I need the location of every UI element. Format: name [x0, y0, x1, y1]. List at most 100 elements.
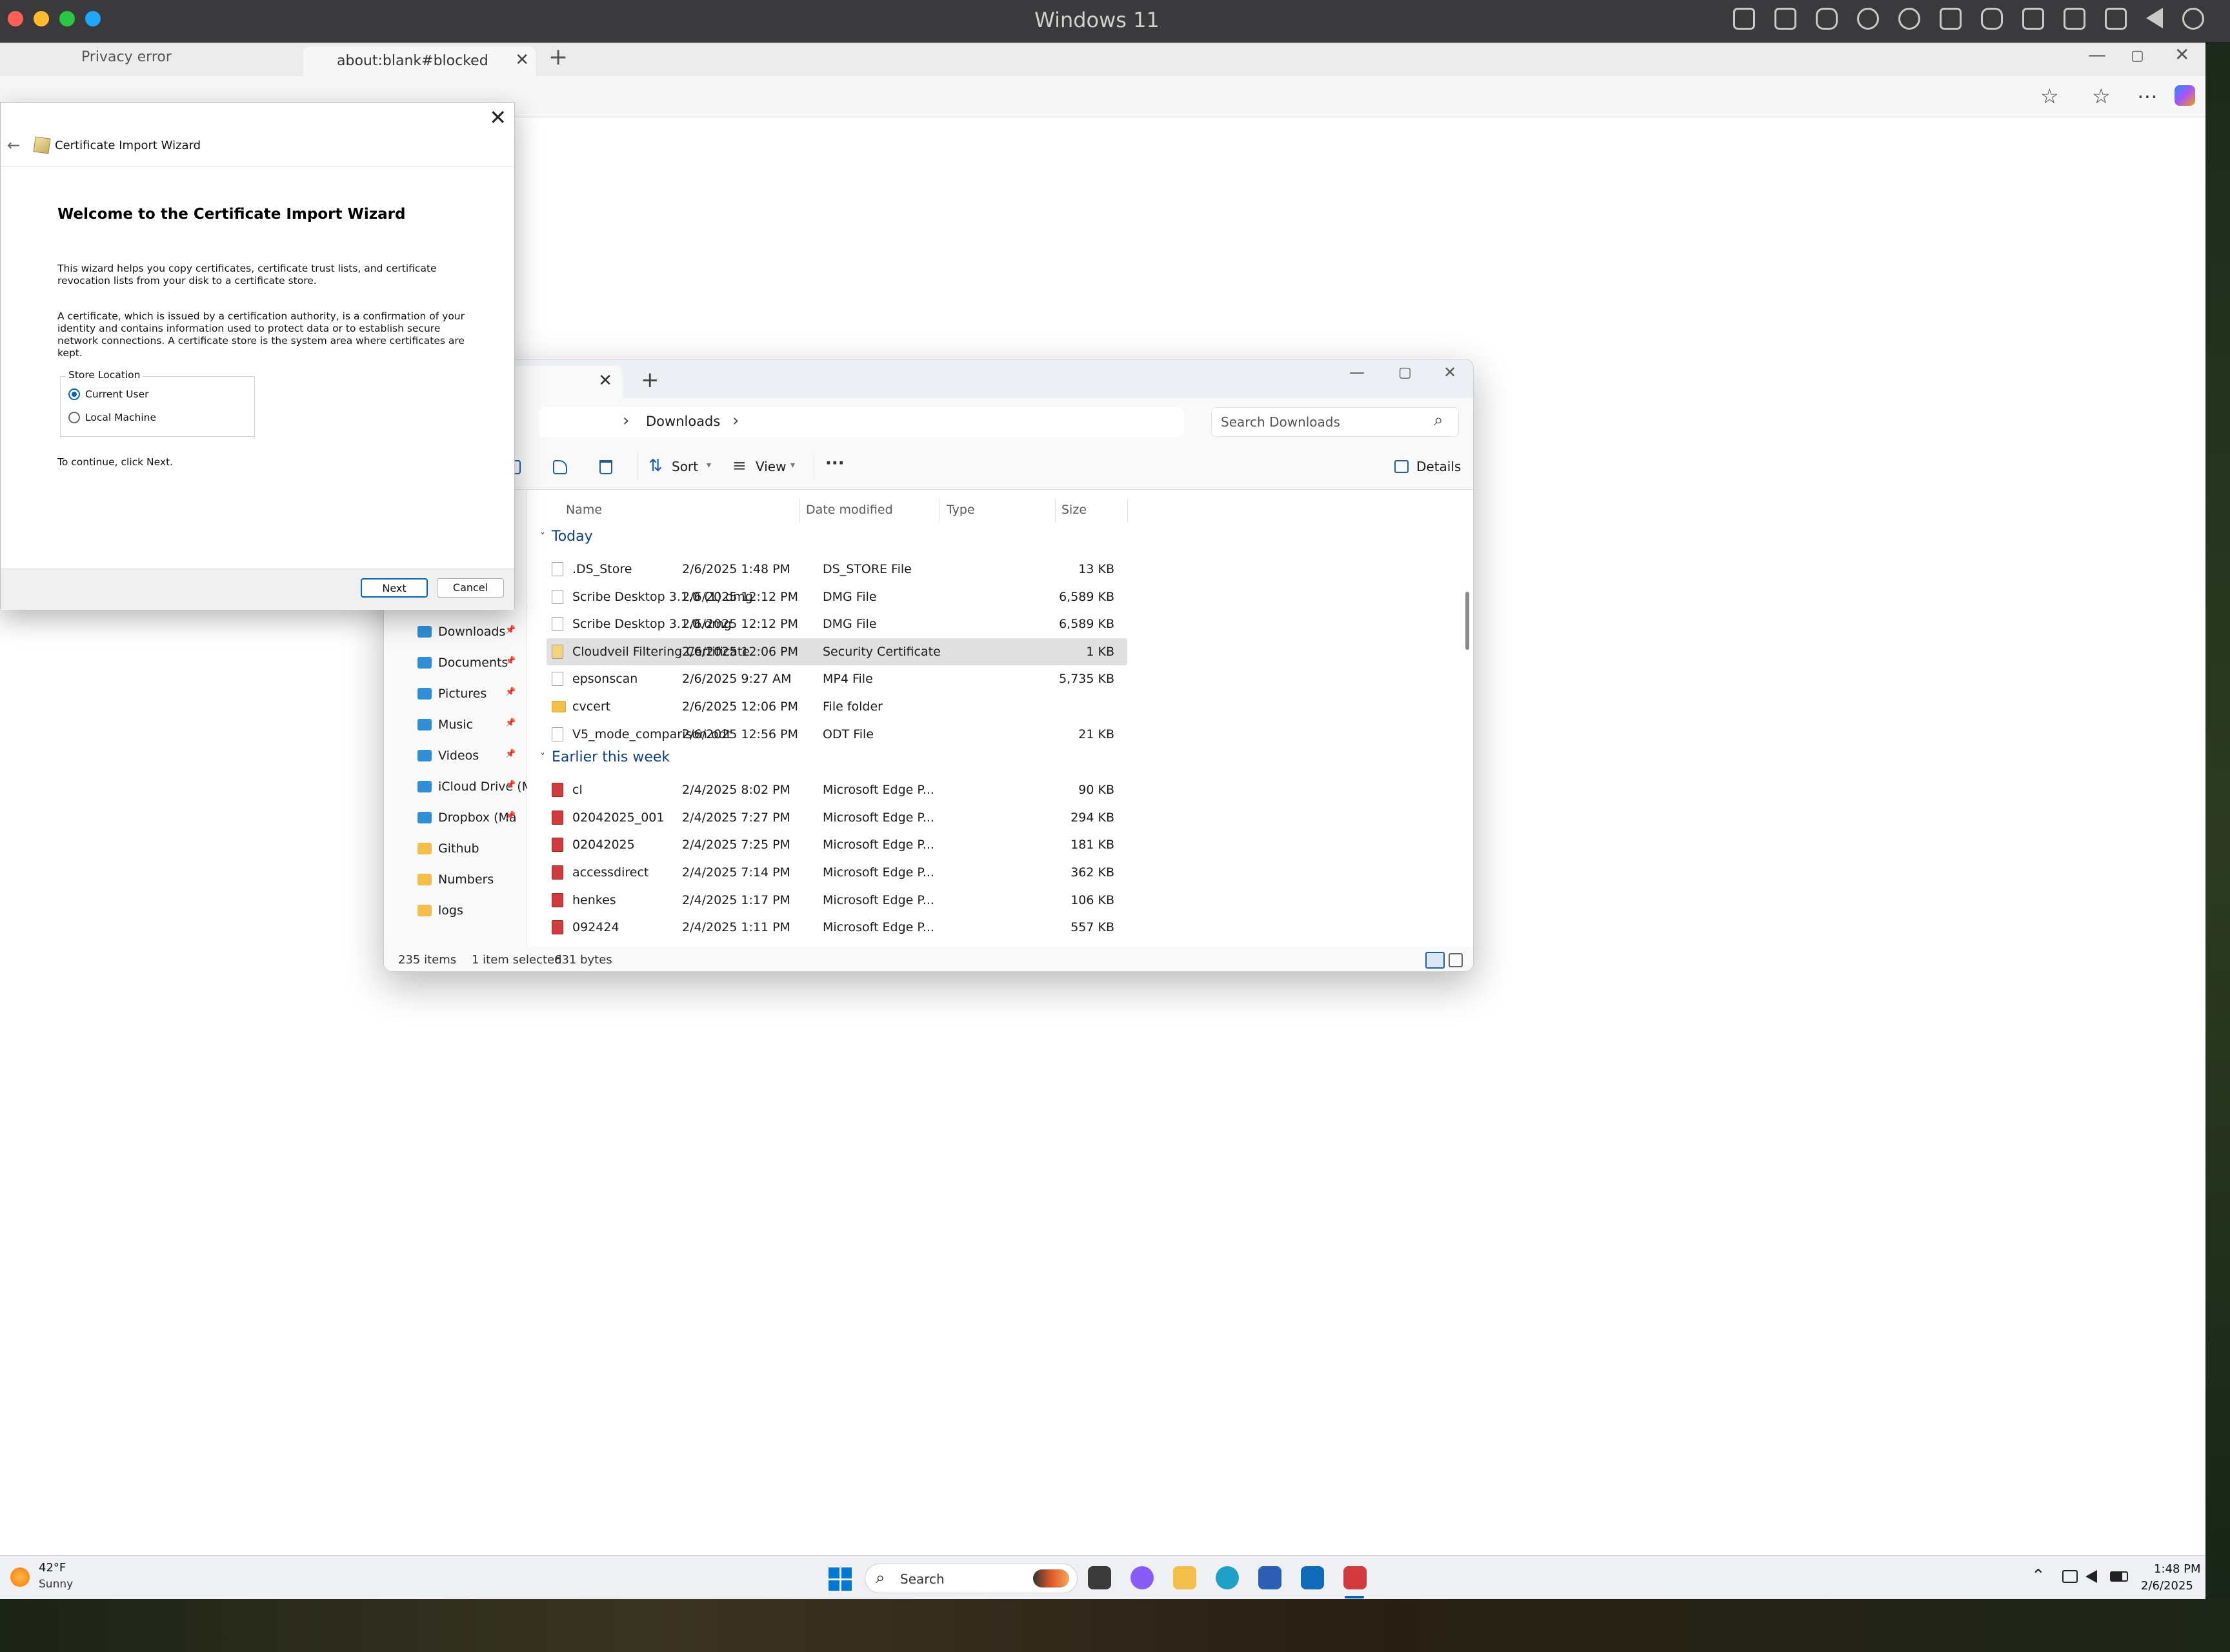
file-row[interactable]: epsonscan 2/6/2025 9:27 AM MP4 File 5,735 K… — [547, 665, 1127, 692]
local-machine-label[interactable]: Local Machine — [85, 412, 156, 423]
file-date-modified: 2/4/2025 7:27 PM — [682, 810, 790, 825]
certificate-tool-icon[interactable] — [1343, 1566, 1367, 1589]
battery-icon[interactable] — [2110, 1571, 2128, 1582]
volume-icon[interactable] — [2085, 1570, 2097, 1583]
explorer-address-bar: ↻ › Downloads › Search Downloads ⌕ — [384, 398, 1473, 445]
column-date-modified[interactable]: Date modified — [806, 503, 893, 517]
breadcrumb-downloads[interactable]: Downloads — [646, 414, 720, 429]
selection-size: 631 bytes — [554, 953, 612, 967]
network-icon[interactable] — [2062, 1570, 2078, 1583]
clock-time[interactable]: 1:48 PM — [2154, 1562, 2201, 1576]
nav-item-github[interactable]: Github — [417, 836, 527, 861]
details-button[interactable]: Details — [1416, 459, 1461, 474]
file-date-modified: 2/4/2025 8:02 PM — [682, 783, 790, 798]
file-row[interactable]: Scribe Desktop 3.1.0.dmg 2/6/2025 12:12 P… — [547, 610, 1127, 638]
scrollbar-thumb[interactable] — [1465, 592, 1469, 650]
edge-icon[interactable] — [1216, 1566, 1239, 1589]
camera-off-icon[interactable] — [1857, 8, 1879, 30]
explorer-maximize-button[interactable]: ▢ — [1398, 365, 1412, 381]
file-row[interactable]: Cloudveil Filtering Certificate 2/6/2025 … — [547, 638, 1127, 665]
more-options-button[interactable]: ··· — [825, 454, 845, 473]
start-button[interactable] — [829, 1567, 852, 1591]
tiles-view-button[interactable] — [1449, 953, 1463, 967]
file-row[interactable]: cl 2/4/2025 8:02 PM Microsoft Edge P... 90 … — [547, 776, 1127, 803]
file-explorer-icon[interactable] — [1173, 1566, 1196, 1589]
file-row[interactable]: henkes 2/4/2025 1:17 PM Microsoft Edge P..… — [547, 887, 1127, 914]
view-button[interactable]: View — [756, 459, 786, 474]
favorite-star-icon[interactable]: ☆ — [2040, 84, 2059, 108]
share-icon[interactable] — [553, 460, 567, 474]
network-icon[interactable] — [1898, 8, 1920, 30]
edge-tab-blank[interactable]: about:blank#blocked ✕ — [303, 46, 536, 76]
outlook-icon[interactable] — [1301, 1566, 1324, 1589]
group-header[interactable]: ˅ Earlier this week — [540, 749, 670, 765]
local-machine-radio[interactable] — [68, 412, 80, 423]
edge-new-tab-button[interactable]: + — [548, 44, 568, 70]
file-row[interactable]: .DS_Store 2/6/2025 1:48 PM DS_STORE File 13… — [547, 556, 1127, 583]
collections-icon[interactable]: ☆ — [2092, 84, 2111, 108]
usb-icon[interactable] — [1816, 8, 1838, 30]
file-row[interactable]: 02042025 2/4/2025 7:25 PM Microsoft Edge P… — [547, 831, 1127, 858]
disk-icon[interactable] — [2022, 8, 2044, 30]
column-name[interactable]: Name — [566, 503, 602, 517]
clock-date[interactable]: 2/6/2025 — [2141, 1579, 2193, 1593]
current-user-radio[interactable] — [68, 388, 80, 400]
weather-condition[interactable]: Sunny — [39, 1578, 73, 1591]
file-row[interactable]: Scribe Desktop 3.1.0 (1).dmg 2/6/2025 12:… — [547, 583, 1127, 610]
delete-icon[interactable] — [599, 460, 612, 474]
nav-item-numbers[interactable]: Numbers — [417, 867, 527, 892]
cpu-icon[interactable] — [1774, 8, 1796, 30]
breadcrumb[interactable]: › Downloads › — [539, 407, 1184, 437]
back-arrow-icon[interactable]: ← — [7, 136, 20, 154]
close-icon[interactable]: ✕ — [598, 371, 612, 390]
sun-icon[interactable] — [10, 1567, 30, 1587]
column-separator[interactable] — [799, 499, 800, 522]
chevron-up-icon[interactable]: ⌃ — [2031, 1566, 2045, 1586]
current-user-label[interactable]: Current User — [85, 388, 148, 400]
weather-temperature[interactable]: 42°F — [39, 1561, 66, 1575]
gear-icon[interactable] — [2182, 8, 2204, 30]
column-separator[interactable] — [1055, 499, 1056, 522]
edge-close-button[interactable]: ✕ — [2175, 44, 2189, 65]
nav-item-logs[interactable]: logs — [417, 898, 527, 923]
task-view-icon[interactable] — [1088, 1566, 1111, 1589]
store-icon[interactable] — [1258, 1566, 1281, 1589]
edge-minimize-button[interactable]: — — [2088, 44, 2106, 65]
more-icon[interactable]: ⋯ — [2137, 84, 2158, 108]
search-icon[interactable]: ⌕ — [1434, 410, 1443, 430]
back-arrow-icon[interactable] — [2146, 8, 2163, 28]
file-row[interactable]: V5_mode_comparison.odt 2/6/2025 12:56 PM O… — [547, 721, 1127, 748]
edge-tab-privacy-error[interactable]: Privacy error — [81, 49, 172, 65]
breadcrumb-separator[interactable]: › — [732, 411, 739, 430]
file-row[interactable]: accessdirect 2/4/2025 7:14 PM Microsoft Ed… — [547, 859, 1127, 886]
column-type[interactable]: Type — [947, 503, 975, 517]
shared-folder-icon[interactable] — [2105, 8, 2127, 30]
explorer-minimize-button[interactable]: — — [1349, 363, 1365, 381]
close-icon[interactable]: ✕ — [515, 50, 529, 70]
details-view-button[interactable] — [1425, 952, 1445, 969]
close-icon[interactable]: ✕ — [489, 105, 507, 130]
edge-restore-button[interactable]: ▢ — [2131, 48, 2144, 64]
group-label: Earlier this week — [552, 749, 670, 766]
file-row[interactable]: cvcert 2/6/2025 12:06 PM File folder — [547, 693, 1127, 720]
video-icon[interactable] — [2064, 8, 2085, 30]
copilot-icon[interactable] — [1130, 1566, 1154, 1589]
details-pane-icon — [1394, 460, 1409, 473]
next-button[interactable]: Next — [361, 578, 428, 598]
cancel-button[interactable]: Cancel — [437, 578, 504, 598]
column-size[interactable]: Size — [1061, 503, 1087, 517]
taskbar-search[interactable]: ⌕ Search — [865, 1564, 1078, 1593]
speaker-icon[interactable] — [1940, 8, 1962, 30]
microphone-icon[interactable] — [1981, 8, 2003, 30]
explorer-new-tab-button[interactable]: + — [641, 367, 659, 393]
sort-button[interactable]: Sort — [672, 459, 698, 474]
group-header[interactable]: ˅ Today — [540, 529, 593, 545]
file-row[interactable]: 02042025_001 2/4/2025 7:27 PM Microsoft Ed… — [547, 804, 1127, 831]
file-name: cl — [572, 783, 583, 798]
file-row[interactable]: 092424 2/4/2025 1:11 PM Microsoft Edge P..… — [547, 914, 1127, 941]
explorer-close-button[interactable]: ✕ — [1443, 363, 1456, 381]
copilot-icon[interactable] — [2175, 85, 2195, 106]
column-separator[interactable] — [1127, 499, 1128, 522]
keyboard-icon[interactable] — [1733, 8, 1755, 30]
search-input[interactable]: Search Downloads ⌕ — [1211, 407, 1459, 437]
